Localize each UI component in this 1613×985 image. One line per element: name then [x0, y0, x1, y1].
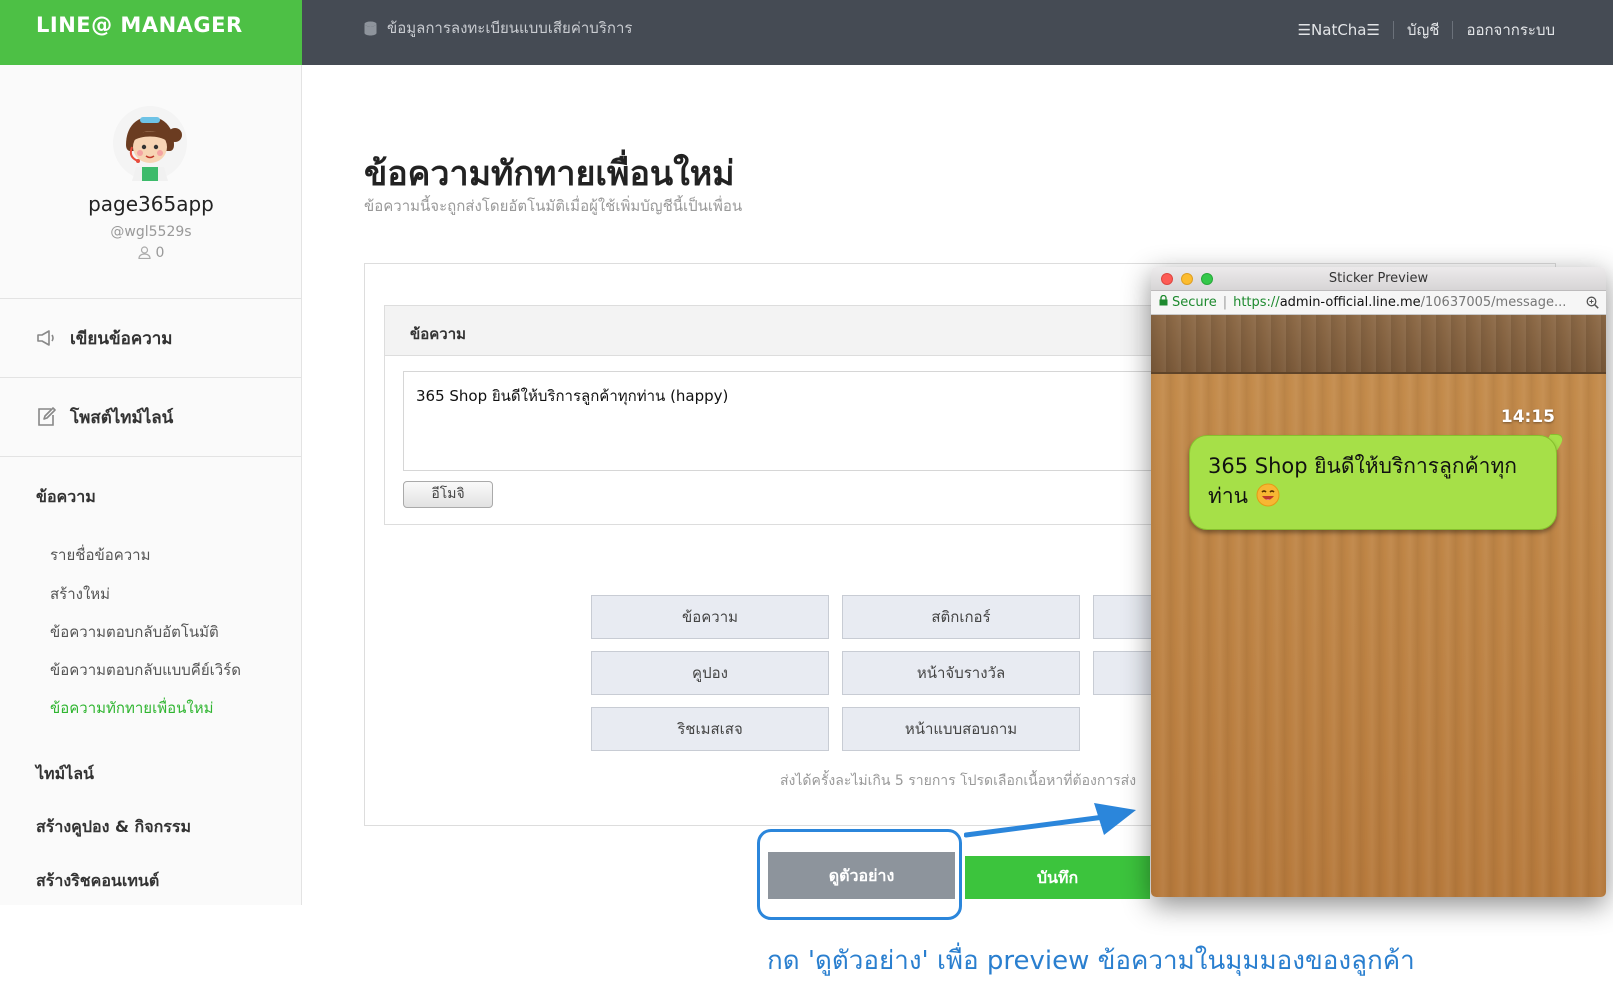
sidebar-item-post-timeline[interactable]: โพสต์ไทม์ไลน์ [0, 378, 302, 457]
sidebar-item-label: โพสต์ไทม์ไลน์ [70, 407, 174, 428]
close-window-icon[interactable] [1161, 273, 1173, 285]
account-link[interactable]: บัญชี [1407, 18, 1439, 42]
user-menu[interactable]: ☰NatCha☰ [1298, 21, 1380, 39]
annotation-highlight-ring [757, 829, 962, 920]
address-divider: | [1222, 295, 1228, 310]
registration-info-link[interactable]: ข้อมูลการลงทะเบียนแบบเสียค่าบริการ [364, 16, 632, 40]
sidebar-section-messages[interactable]: ข้อความ [36, 485, 96, 510]
secure-label: Secure [1172, 295, 1217, 310]
header-right: ☰NatCha☰ บัญชี ออกจากระบบ [1298, 18, 1555, 42]
lock-icon [1159, 295, 1168, 306]
type-button-sticker[interactable]: สติกเกอร์ [842, 595, 1080, 639]
profile-name: page365app [88, 192, 214, 216]
message-time: 14:15 [1500, 407, 1555, 427]
limit-hint: ส่งได้ครั้งละไม่เกิน 5 รายการ โปรดเลือกเ… [780, 773, 1137, 789]
divider [1452, 21, 1454, 39]
window-title: Sticker Preview [1328, 271, 1429, 286]
sidebar-item-auto-reply[interactable]: ข้อความตอบกลับอัตโนมัติ [50, 620, 219, 644]
url-path: /10637005/message... [1420, 295, 1567, 310]
registration-info-label: ข้อมูลการลงทะเบียนแบบเสียค่าบริการ [387, 19, 633, 37]
save-button[interactable]: บันทึก [965, 856, 1150, 899]
chat-header-bar [1151, 315, 1606, 374]
megaphone-icon [37, 330, 54, 346]
avatar [113, 106, 187, 181]
database-icon [364, 21, 377, 35]
sidebar-item-message-list[interactable]: รายชื่อข้อความ [50, 543, 151, 567]
maximize-window-icon[interactable] [1201, 273, 1213, 285]
friend-count: 0 [0, 245, 302, 261]
sidebar-section-coupon-event[interactable]: สร้างคูปอง & กิจกรรม [36, 815, 191, 840]
sidebar-item-greeting-message[interactable]: ข้อความทักทายเพื่อนใหม่ [50, 696, 213, 720]
type-button-lucky-draw[interactable]: หน้าจับรางวัล [842, 651, 1080, 695]
sidebar-item-keyword-reply[interactable]: ข้อความตอบกลับแบบคีย์เวิร์ด [50, 658, 241, 682]
sidebar-item-label: เขียนข้อความ [70, 328, 173, 349]
person-icon [137, 246, 151, 260]
page-subtitle: ข้อความนี้จะถูกส่งโดยอัตโนมัติเมื่อผู้ใช… [364, 197, 743, 215]
url-domain: admin-official.line.me [1279, 295, 1421, 310]
annotation-arrow [964, 803, 1136, 838]
top-bar: LINE@ MANAGER ข้อมูลการลงทะเบียนแบบเสียค… [0, 0, 1613, 65]
type-button-rich-message[interactable]: ริชเมสเสจ [591, 707, 829, 751]
type-button-text[interactable]: ข้อความ [591, 595, 829, 639]
sidebar-item-write-message[interactable]: เขียนข้อความ [0, 299, 302, 378]
sidebar-section-timeline[interactable]: ไทม์ไลน์ [36, 762, 94, 787]
type-button-coupon[interactable]: คูปอง [591, 651, 829, 695]
url-scheme: https:// [1233, 295, 1280, 310]
page-title: ข้อความทักทายเพื่อนใหม่ [364, 154, 735, 194]
minimize-window-icon[interactable] [1181, 273, 1193, 285]
brand-logo[interactable]: LINE@ MANAGER [0, 0, 302, 65]
chat-bubble-text: 365 Shop ยินดีให้บริการลูกค้าทุกท่าน [1208, 454, 1518, 508]
sidebar: page365app @wgl5529s 0 เขียนข้อความ โพสต… [0, 65, 302, 905]
chat-background [1151, 315, 1606, 897]
sidebar-section-rich-content[interactable]: สร้างริชคอนเทนต์ [36, 869, 159, 894]
app-root: LINE@ MANAGER ข้อมูลการลงทะเบียนแบบเสียค… [0, 0, 1613, 985]
happy-face-icon [1256, 483, 1280, 507]
address-bar[interactable]: Secure | https://admin-official.line.me/10… [1151, 291, 1606, 315]
chat-bubble: 365 Shop ยินดีให้บริการลูกค้าทุกท่าน [1189, 435, 1557, 530]
divider [1392, 21, 1394, 39]
sticker-preview-window: Sticker Preview Secure | https://admin-off… [1151, 267, 1606, 897]
emoji-button[interactable]: อีโมจิ [403, 481, 493, 508]
friend-count-value: 0 [155, 245, 165, 261]
sidebar-item-create-new[interactable]: สร้างใหม่ [50, 582, 110, 606]
zoom-icon[interactable] [1586, 296, 1599, 309]
window-title-bar[interactable]: Sticker Preview [1151, 267, 1606, 291]
type-button-survey[interactable]: หน้าแบบสอบถาม [842, 707, 1080, 751]
profile-section: page365app @wgl5529s 0 [0, 65, 302, 299]
logout-link[interactable]: ออกจากระบบ [1466, 18, 1555, 42]
edit-icon [38, 407, 56, 426]
profile-id: @wgl5529s [110, 224, 192, 240]
annotation-caption: กด 'ดูตัวอย่าง' เพื่อ preview ข้อความในม… [767, 946, 1415, 976]
